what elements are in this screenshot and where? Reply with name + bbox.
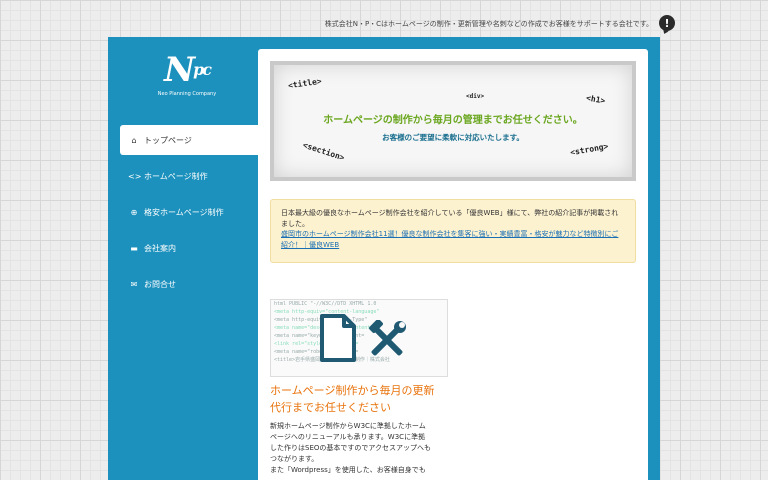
hero-tag-strong: <strong> bbox=[569, 141, 610, 158]
logo-company-name: Neo Planning Company bbox=[157, 91, 217, 97]
nav-item-contact[interactable]: ✉ お問合せ bbox=[120, 269, 258, 299]
hero-tag-div: <div> bbox=[466, 93, 485, 100]
hero-tag-h1: <h1> bbox=[585, 93, 606, 106]
hero-title: ホームページの制作から毎月の管理までお任せください。 bbox=[323, 115, 583, 126]
home-icon: ⌂ bbox=[131, 135, 137, 145]
notice-text: 日本最大級の優良なホームページ制作会社を紹介している「優良WEB」様にて、弊社の… bbox=[281, 209, 619, 228]
feature-body-line: つながります。 bbox=[270, 455, 319, 463]
feature-body-line: 新規ホームページ制作からW3Cに準拠したホーム bbox=[270, 422, 426, 430]
feature-title-line: ホームページ制作から毎月の更新 bbox=[270, 384, 435, 397]
notice-box: 日本最大級の優良なホームページ制作会社を紹介している「優良WEB」様にて、弊社の… bbox=[270, 199, 636, 263]
nav-item-top[interactable]: ⌂ トップページ bbox=[120, 125, 258, 155]
nav-item-label: トップページ bbox=[144, 135, 192, 145]
chat-icon: ▬ bbox=[130, 243, 138, 253]
notice-link[interactable]: 盛岡市のホームページ制作会社11選！優良な制作会社を集客に強い・実績豊富・格安が… bbox=[281, 230, 618, 249]
company-logo[interactable]: Npc Neo Planning Company bbox=[142, 49, 232, 109]
code-icon: <> bbox=[128, 171, 142, 181]
nav-item-label: 会社案内 bbox=[144, 243, 176, 253]
hero-subtitle: お客様のご要望に柔軟に対応いたします。 bbox=[382, 133, 524, 142]
nav-item-web-production[interactable]: <> ホームページ制作 bbox=[120, 161, 258, 191]
logo-mark-small: pc bbox=[193, 60, 212, 79]
nav-item-company[interactable]: ▬ 会社案内 bbox=[120, 233, 258, 263]
feature-title: ホームページ制作から毎月の更新 代行までお任せください bbox=[270, 382, 460, 416]
feature-body-line: した作りはSEOの基本ですのでアクセスアップへも bbox=[270, 444, 432, 452]
hero-tag-section: <section> bbox=[301, 140, 346, 163]
hero-tag-title: <title> bbox=[287, 76, 323, 91]
feature-body-line: また「Wordpress」を使用した、お客様自身でも bbox=[270, 466, 426, 474]
code-line: html PUBLIC "-//W3C//DTD XHTML 1.0 bbox=[274, 301, 377, 307]
hero-banner: <title> <div> <h1> ホームページの制作から毎月の管理までお任せ… bbox=[270, 61, 636, 181]
mail-icon: ✉ bbox=[130, 279, 138, 289]
document-icon bbox=[320, 314, 356, 362]
site-tagline: 株式会社N・P・Cはホームページの制作・更新管理や名刺などの作成でお客様をサポー… bbox=[324, 20, 653, 28]
nav-item-label: 格安ホームページ制作 bbox=[144, 207, 224, 217]
alert-icon[interactable]: ! bbox=[659, 15, 675, 31]
sidebar-nav: ⌂ トップページ <> ホームページ制作 ⊕ 格安ホームページ制作 ▬ 会社案内… bbox=[120, 125, 258, 305]
feature-body: 新規ホームページ制作からW3Cに準拠したホーム ページへのリニューアルも承ります… bbox=[270, 421, 450, 476]
nav-item-label: お問合せ bbox=[144, 279, 176, 289]
feature-thumbnail[interactable]: html PUBLIC "-//W3C//DTD XHTML 1.0 <meta… bbox=[270, 299, 448, 377]
logo-mark-main: N bbox=[163, 50, 195, 90]
nav-item-budget-web[interactable]: ⊕ 格安ホームページ制作 bbox=[120, 197, 258, 227]
feature-body-line: ページへのリニューアルも承ります。W3Cに準拠 bbox=[270, 433, 426, 441]
nav-item-label: ホームページ制作 bbox=[144, 171, 208, 181]
tools-icon bbox=[369, 320, 406, 356]
main-content: <title> <div> <h1> ホームページの制作から毎月の管理までお任せ… bbox=[258, 49, 648, 480]
globe-icon: ⊕ bbox=[130, 207, 138, 217]
feature-title-line: 代行までお任せください bbox=[270, 401, 391, 414]
page-wrapper: Npc Neo Planning Company ⌂ トップページ <> ホーム… bbox=[108, 37, 660, 480]
